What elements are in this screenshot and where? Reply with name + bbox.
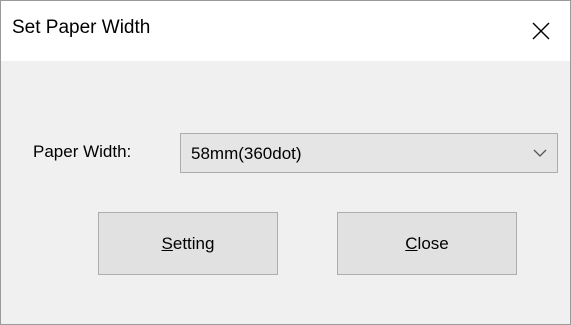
close-icon	[532, 22, 550, 40]
window-title: Set Paper Width	[12, 17, 151, 38]
close-button-label: lose	[417, 233, 449, 253]
paper-width-selected-value: 58mm(360dot)	[191, 144, 302, 163]
chevron-down-icon	[533, 149, 547, 157]
setting-button[interactable]: Setting	[98, 212, 278, 275]
setting-button-mnemonic: S	[161, 233, 173, 253]
set-paper-width-dialog: Set Paper Width Paper Width: 58mm(360dot…	[0, 0, 571, 325]
paper-width-label: Paper Width:	[33, 142, 132, 161]
setting-button-label: etting	[172, 233, 215, 253]
window-close-button[interactable]	[512, 1, 570, 61]
paper-width-select[interactable]: 58mm(360dot)	[180, 133, 558, 173]
close-button[interactable]: Close	[337, 212, 517, 275]
title-bar: Set Paper Width	[1, 1, 570, 61]
close-button-mnemonic: C	[405, 233, 418, 253]
